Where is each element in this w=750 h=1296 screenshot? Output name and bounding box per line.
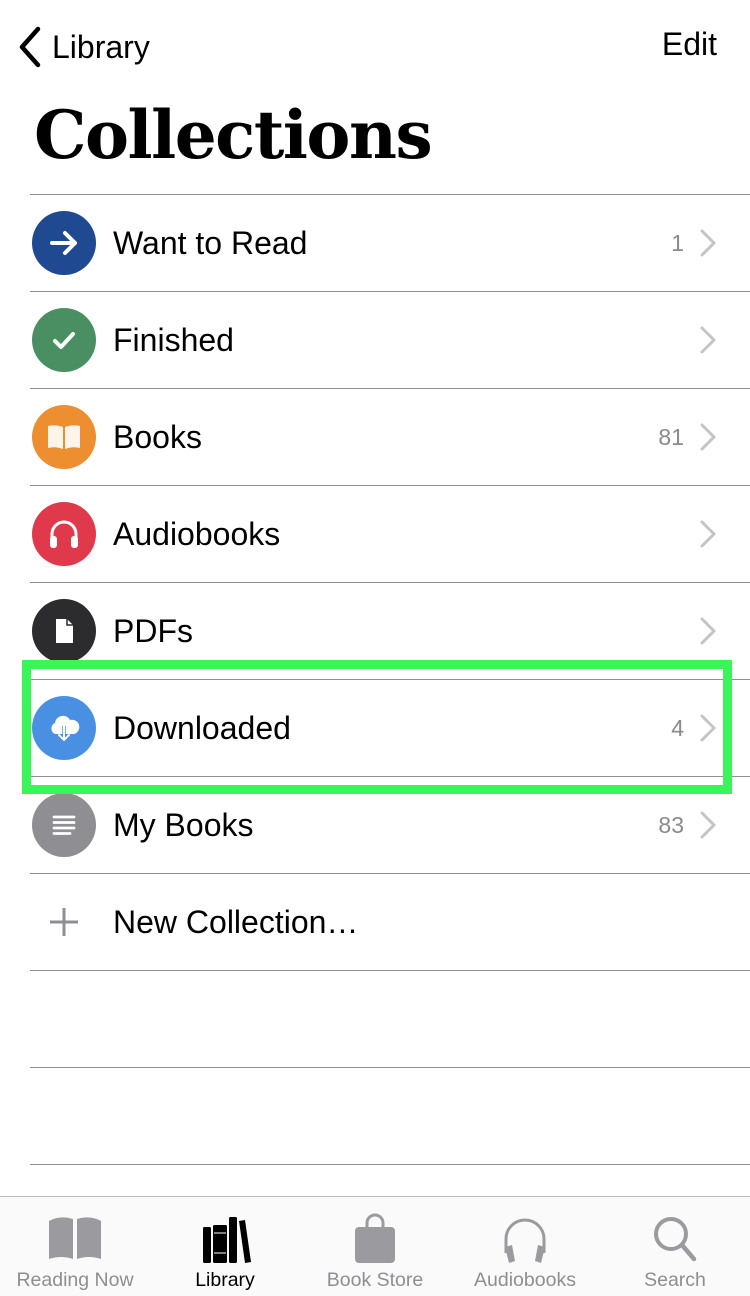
shopping-bag-icon: [345, 1211, 405, 1267]
headphones-icon: [495, 1211, 555, 1267]
tab-label: Audiobooks: [474, 1269, 576, 1291]
chevron-right-icon: [700, 811, 716, 839]
collection-label: My Books: [113, 806, 254, 843]
magnifier-icon: [645, 1211, 705, 1267]
chevron-right-icon: [700, 520, 716, 548]
collection-label: Books: [113, 418, 202, 455]
tab-audiobooks[interactable]: Audiobooks: [450, 1197, 600, 1296]
collection-label: Finished: [113, 321, 234, 358]
new-collection-label: New Collection…: [113, 903, 359, 940]
tab-reading-now[interactable]: Reading Now: [0, 1197, 150, 1296]
chevron-right-icon: [700, 714, 716, 742]
tab-label: Book Store: [326, 1269, 424, 1291]
collection-count: 1: [671, 229, 684, 256]
tab-book-store[interactable]: Book Store: [300, 1197, 450, 1296]
collection-row-finished[interactable]: Finished: [0, 292, 750, 388]
open-book-icon: [45, 1211, 105, 1267]
open-book-icon: [32, 405, 96, 469]
empty-row: [0, 971, 750, 1067]
tab-label: Library: [195, 1269, 255, 1291]
collection-row-downloaded[interactable]: Downloaded 4: [0, 680, 750, 776]
chevron-right-icon: [700, 229, 716, 257]
list-lines-icon: [32, 793, 96, 857]
collection-label: Audiobooks: [113, 515, 281, 552]
collection-row-pdfs[interactable]: PDFs: [0, 583, 750, 679]
chevron-right-icon: [700, 423, 716, 451]
edit-button[interactable]: Edit: [662, 26, 717, 63]
arrow-right-icon: [32, 211, 96, 275]
library-books-icon: [195, 1211, 255, 1267]
tab-search[interactable]: Search: [600, 1197, 750, 1296]
tab-library[interactable]: Library: [150, 1197, 300, 1296]
collection-row-want-to-read[interactable]: Want to Read 1: [0, 195, 750, 291]
new-collection-button[interactable]: New Collection…: [0, 874, 750, 970]
divider: [30, 1164, 750, 1165]
document-icon: [32, 599, 96, 663]
collection-label: Want to Read: [113, 224, 308, 261]
collection-row-my-books[interactable]: My Books 83: [0, 777, 750, 873]
collection-label: Downloaded: [113, 709, 291, 746]
cloud-download-icon: [32, 696, 96, 760]
collection-count: 81: [658, 423, 684, 450]
chevron-right-icon: [700, 326, 716, 354]
tab-label: Search: [644, 1269, 706, 1291]
collection-row-books[interactable]: Books 81: [0, 389, 750, 485]
page-title: Collections: [34, 96, 433, 174]
collections-list: Want to Read 1 Finished Books 81 Audiobo…: [0, 194, 750, 1165]
chevron-left-icon: [19, 26, 41, 68]
tab-bar: Reading Now Library Book Store Audiobook…: [0, 1196, 750, 1296]
collection-count: 4: [671, 714, 684, 741]
empty-row: [0, 1068, 750, 1164]
collection-count: 83: [658, 811, 684, 838]
headphones-icon: [32, 502, 96, 566]
back-button[interactable]: Library: [16, 24, 150, 70]
collection-label: PDFs: [113, 612, 193, 649]
back-button-label: Library: [52, 28, 150, 65]
navigation-bar: Library Edit: [0, 0, 750, 95]
checkmark-icon: [32, 308, 96, 372]
tab-label: Reading Now: [16, 1269, 134, 1291]
chevron-right-icon: [700, 617, 716, 645]
collection-row-audiobooks[interactable]: Audiobooks: [0, 486, 750, 582]
plus-icon: [50, 908, 78, 936]
